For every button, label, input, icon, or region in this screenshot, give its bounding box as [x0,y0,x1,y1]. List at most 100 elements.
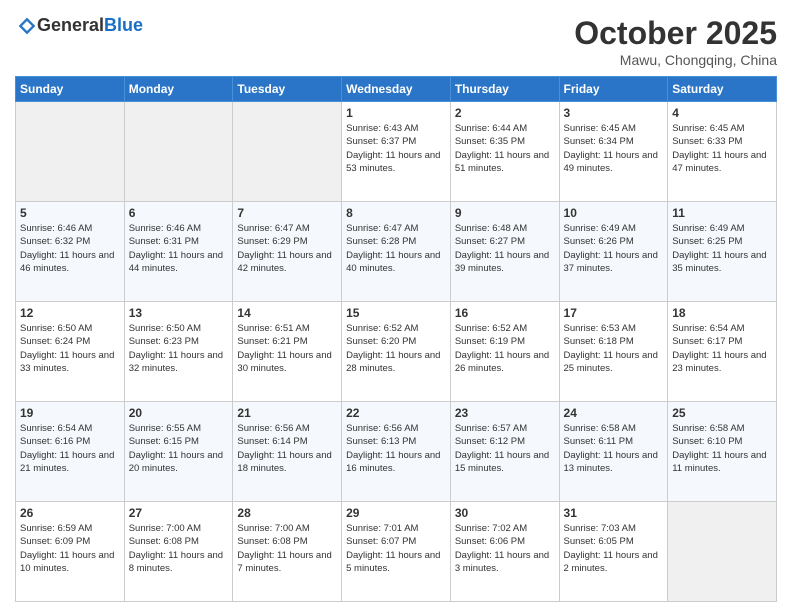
calendar-day: 16 Sunrise: 6:52 AMSunset: 6:19 PMDaylig… [450,302,559,402]
day-number: 7 [237,206,337,220]
month-title: October 2025 [574,15,777,52]
day-info: Sunrise: 6:54 AMSunset: 6:17 PMDaylight:… [672,322,772,375]
day-number: 14 [237,306,337,320]
calendar-day: 3 Sunrise: 6:45 AMSunset: 6:34 PMDayligh… [559,102,668,202]
calendar-day: 29 Sunrise: 7:01 AMSunset: 6:07 PMDaylig… [342,502,451,602]
weekday-header-row: SundayMondayTuesdayWednesdayThursdayFrid… [16,77,777,102]
day-number: 5 [20,206,120,220]
calendar-day [124,102,233,202]
day-info: Sunrise: 6:49 AMSunset: 6:25 PMDaylight:… [672,222,772,275]
weekday-header-monday: Monday [124,77,233,102]
day-number: 1 [346,106,446,120]
calendar-day: 26 Sunrise: 6:59 AMSunset: 6:09 PMDaylig… [16,502,125,602]
calendar-day: 11 Sunrise: 6:49 AMSunset: 6:25 PMDaylig… [668,202,777,302]
calendar-day: 13 Sunrise: 6:50 AMSunset: 6:23 PMDaylig… [124,302,233,402]
calendar-week-2: 5 Sunrise: 6:46 AMSunset: 6:32 PMDayligh… [16,202,777,302]
day-info: Sunrise: 7:02 AMSunset: 6:06 PMDaylight:… [455,522,555,575]
calendar-day: 27 Sunrise: 7:00 AMSunset: 6:08 PMDaylig… [124,502,233,602]
day-info: Sunrise: 6:48 AMSunset: 6:27 PMDaylight:… [455,222,555,275]
calendar-week-4: 19 Sunrise: 6:54 AMSunset: 6:16 PMDaylig… [16,402,777,502]
calendar: SundayMondayTuesdayWednesdayThursdayFrid… [15,76,777,602]
day-info: Sunrise: 6:44 AMSunset: 6:35 PMDaylight:… [455,122,555,175]
page: GeneralBlue October 2025 Mawu, Chongqing… [0,0,792,612]
day-number: 23 [455,406,555,420]
day-number: 6 [129,206,229,220]
day-info: Sunrise: 6:49 AMSunset: 6:26 PMDaylight:… [564,222,664,275]
logo: GeneralBlue [15,15,143,36]
day-number: 10 [564,206,664,220]
day-number: 31 [564,506,664,520]
day-info: Sunrise: 6:58 AMSunset: 6:11 PMDaylight:… [564,422,664,475]
location: Mawu, Chongqing, China [574,52,777,68]
day-info: Sunrise: 6:46 AMSunset: 6:32 PMDaylight:… [20,222,120,275]
day-info: Sunrise: 6:55 AMSunset: 6:15 PMDaylight:… [129,422,229,475]
weekday-header-thursday: Thursday [450,77,559,102]
calendar-day: 14 Sunrise: 6:51 AMSunset: 6:21 PMDaylig… [233,302,342,402]
logo-icon [17,16,37,36]
day-info: Sunrise: 6:56 AMSunset: 6:13 PMDaylight:… [346,422,446,475]
day-info: Sunrise: 6:56 AMSunset: 6:14 PMDaylight:… [237,422,337,475]
weekday-header-friday: Friday [559,77,668,102]
calendar-day: 9 Sunrise: 6:48 AMSunset: 6:27 PMDayligh… [450,202,559,302]
calendar-day [233,102,342,202]
calendar-day: 25 Sunrise: 6:58 AMSunset: 6:10 PMDaylig… [668,402,777,502]
day-info: Sunrise: 6:52 AMSunset: 6:19 PMDaylight:… [455,322,555,375]
calendar-day [668,502,777,602]
calendar-day: 4 Sunrise: 6:45 AMSunset: 6:33 PMDayligh… [668,102,777,202]
calendar-day: 8 Sunrise: 6:47 AMSunset: 6:28 PMDayligh… [342,202,451,302]
calendar-day: 17 Sunrise: 6:53 AMSunset: 6:18 PMDaylig… [559,302,668,402]
calendar-day: 10 Sunrise: 6:49 AMSunset: 6:26 PMDaylig… [559,202,668,302]
day-info: Sunrise: 6:50 AMSunset: 6:23 PMDaylight:… [129,322,229,375]
calendar-week-5: 26 Sunrise: 6:59 AMSunset: 6:09 PMDaylig… [16,502,777,602]
logo-blue: Blue [104,15,143,35]
logo-general: General [37,15,104,35]
day-info: Sunrise: 6:57 AMSunset: 6:12 PMDaylight:… [455,422,555,475]
day-info: Sunrise: 6:47 AMSunset: 6:29 PMDaylight:… [237,222,337,275]
day-number: 8 [346,206,446,220]
day-info: Sunrise: 6:51 AMSunset: 6:21 PMDaylight:… [237,322,337,375]
calendar-day: 28 Sunrise: 7:00 AMSunset: 6:08 PMDaylig… [233,502,342,602]
day-info: Sunrise: 6:59 AMSunset: 6:09 PMDaylight:… [20,522,120,575]
day-number: 22 [346,406,446,420]
day-info: Sunrise: 6:47 AMSunset: 6:28 PMDaylight:… [346,222,446,275]
calendar-day: 23 Sunrise: 6:57 AMSunset: 6:12 PMDaylig… [450,402,559,502]
calendar-week-1: 1 Sunrise: 6:43 AMSunset: 6:37 PMDayligh… [16,102,777,202]
calendar-day: 7 Sunrise: 6:47 AMSunset: 6:29 PMDayligh… [233,202,342,302]
day-number: 25 [672,406,772,420]
day-info: Sunrise: 6:58 AMSunset: 6:10 PMDaylight:… [672,422,772,475]
calendar-day: 15 Sunrise: 6:52 AMSunset: 6:20 PMDaylig… [342,302,451,402]
day-info: Sunrise: 6:53 AMSunset: 6:18 PMDaylight:… [564,322,664,375]
calendar-day: 5 Sunrise: 6:46 AMSunset: 6:32 PMDayligh… [16,202,125,302]
day-number: 20 [129,406,229,420]
day-number: 28 [237,506,337,520]
calendar-day: 30 Sunrise: 7:02 AMSunset: 6:06 PMDaylig… [450,502,559,602]
calendar-day [16,102,125,202]
day-number: 30 [455,506,555,520]
day-number: 12 [20,306,120,320]
header: GeneralBlue October 2025 Mawu, Chongqing… [15,15,777,68]
day-number: 19 [20,406,120,420]
day-number: 9 [455,206,555,220]
calendar-day: 31 Sunrise: 7:03 AMSunset: 6:05 PMDaylig… [559,502,668,602]
weekday-header-tuesday: Tuesday [233,77,342,102]
calendar-week-3: 12 Sunrise: 6:50 AMSunset: 6:24 PMDaylig… [16,302,777,402]
day-number: 16 [455,306,555,320]
day-number: 15 [346,306,446,320]
day-number: 11 [672,206,772,220]
calendar-day: 21 Sunrise: 6:56 AMSunset: 6:14 PMDaylig… [233,402,342,502]
day-number: 29 [346,506,446,520]
day-info: Sunrise: 6:43 AMSunset: 6:37 PMDaylight:… [346,122,446,175]
day-number: 26 [20,506,120,520]
day-number: 17 [564,306,664,320]
calendar-day: 18 Sunrise: 6:54 AMSunset: 6:17 PMDaylig… [668,302,777,402]
day-number: 3 [564,106,664,120]
day-number: 18 [672,306,772,320]
logo-text: GeneralBlue [37,15,143,36]
day-number: 21 [237,406,337,420]
day-number: 27 [129,506,229,520]
day-info: Sunrise: 6:50 AMSunset: 6:24 PMDaylight:… [20,322,120,375]
title-section: October 2025 Mawu, Chongqing, China [574,15,777,68]
day-info: Sunrise: 6:46 AMSunset: 6:31 PMDaylight:… [129,222,229,275]
day-info: Sunrise: 7:01 AMSunset: 6:07 PMDaylight:… [346,522,446,575]
day-number: 24 [564,406,664,420]
